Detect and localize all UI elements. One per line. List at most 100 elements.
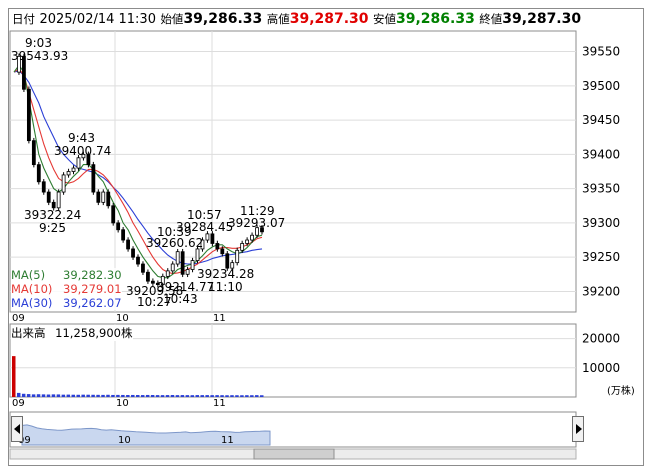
volume-bar xyxy=(16,392,21,397)
candle-body xyxy=(101,191,106,203)
candle-body xyxy=(46,191,51,203)
candle-body xyxy=(215,243,220,250)
navigator-right-button[interactable] xyxy=(572,416,584,442)
volume-bar xyxy=(255,395,259,397)
volume-bar xyxy=(160,395,165,397)
volume-bar xyxy=(76,394,80,397)
volume-bar xyxy=(175,395,180,397)
annotation-time: 10:27 xyxy=(137,295,172,309)
candle-body xyxy=(121,229,126,241)
candle-body xyxy=(126,239,130,250)
volume-bar xyxy=(245,395,249,397)
volume-bar xyxy=(71,394,76,397)
candle-body xyxy=(250,234,254,241)
volume-bar xyxy=(101,394,105,397)
candle-body xyxy=(205,233,210,241)
volume-x-tick-label: 11 xyxy=(213,398,226,409)
volume-bar xyxy=(66,394,71,397)
volume-bar xyxy=(12,356,16,397)
candle-body xyxy=(76,157,81,169)
annotation-price: 39234.28 xyxy=(197,267,254,281)
y-tick-label: 39500 xyxy=(582,79,620,93)
candle-body xyxy=(150,280,155,284)
annotation-time: 9:03 xyxy=(25,36,52,50)
volume-bar xyxy=(91,394,95,397)
candle-body xyxy=(180,251,185,275)
candle-body xyxy=(225,253,230,269)
candle-body xyxy=(71,167,76,172)
volume-bar xyxy=(121,394,125,397)
volume-bar xyxy=(86,394,90,397)
volume-bar xyxy=(185,395,190,397)
volume-bar xyxy=(190,395,195,397)
volume-bar xyxy=(111,394,115,397)
candle-body xyxy=(31,140,36,166)
volume-bar xyxy=(180,395,185,397)
volume-bar xyxy=(235,395,239,397)
volume-bar xyxy=(31,394,36,397)
ma5-label: MA(5) xyxy=(11,268,46,282)
annotation-price: 39260.62 xyxy=(146,236,203,250)
ma30-label: MA(30) xyxy=(11,296,53,310)
candle-body xyxy=(245,239,250,244)
y-tick-label: 39350 xyxy=(582,182,620,196)
candle-body xyxy=(91,164,96,193)
volume-bar xyxy=(26,394,31,397)
candle-body xyxy=(220,248,225,255)
chevron-right-icon xyxy=(576,424,582,434)
candle-body xyxy=(185,269,190,275)
volume-bar xyxy=(165,395,170,397)
chevron-left-icon xyxy=(14,424,20,434)
volume-bar xyxy=(51,394,56,397)
candle-body xyxy=(116,222,121,231)
price-chart[interactable]: 39550 39500 39450 39400 39350 39300 39250 39200… xyxy=(0,0,653,470)
volume-bar xyxy=(61,394,66,397)
volume-x-tick-label: 10 xyxy=(116,398,129,409)
volume-value: 11,258,900株 xyxy=(55,326,133,340)
ma5-value: 39,282.30 xyxy=(63,268,122,282)
volume-tick-label: 20000 xyxy=(582,332,620,346)
annotation-time: 9:43 xyxy=(68,131,95,145)
candle-body xyxy=(51,201,56,209)
volume-bar xyxy=(21,393,26,397)
volume-bar xyxy=(106,394,110,397)
annotation-price: 39293.07 xyxy=(228,216,285,230)
volume-bar xyxy=(215,395,219,397)
candle-body xyxy=(66,171,71,176)
volume-bar xyxy=(36,394,41,397)
volume-bar xyxy=(136,395,140,397)
candle-body xyxy=(106,191,111,207)
volume-bar xyxy=(155,395,160,397)
y-tick-label: 39550 xyxy=(582,45,620,59)
ma10-value: 39,279.01 xyxy=(63,282,122,296)
volume-bar xyxy=(205,395,209,397)
y-tick-label: 39250 xyxy=(582,250,620,264)
volume-bar xyxy=(240,395,244,397)
navigator-left-button[interactable] xyxy=(11,416,23,442)
volume-bar xyxy=(195,395,200,397)
candle-body xyxy=(131,248,135,258)
candle-body xyxy=(136,256,140,265)
ma-legend: MA(5) 39,282.30 MA(10) 39,279.01 MA(30) 39,… xyxy=(11,268,122,310)
volume-bar xyxy=(250,395,254,397)
y-tick-label: 39450 xyxy=(582,113,620,127)
volume-bar xyxy=(200,395,204,397)
candle-body xyxy=(190,260,195,270)
volume-unit: (万株) xyxy=(607,384,635,397)
volume-bar xyxy=(131,394,135,397)
volume-bar xyxy=(116,394,120,397)
annotation-price: 39322.24 xyxy=(24,208,81,222)
candle-body xyxy=(61,174,66,193)
volume-bar xyxy=(230,395,234,397)
candle-body xyxy=(146,271,150,282)
ma-line xyxy=(13,64,263,279)
candle-body xyxy=(165,270,170,277)
ma-line xyxy=(13,70,263,265)
volume-label: 出来高 xyxy=(11,326,46,340)
y-tick-label: 39400 xyxy=(582,147,620,161)
x-tick-label: 09 xyxy=(12,313,25,324)
candle-body xyxy=(175,251,180,265)
navigator-tick-label: 11 xyxy=(221,435,234,446)
scrollbar-thumb[interactable] xyxy=(253,448,335,460)
volume-x-tick-label: 09 xyxy=(12,398,25,409)
